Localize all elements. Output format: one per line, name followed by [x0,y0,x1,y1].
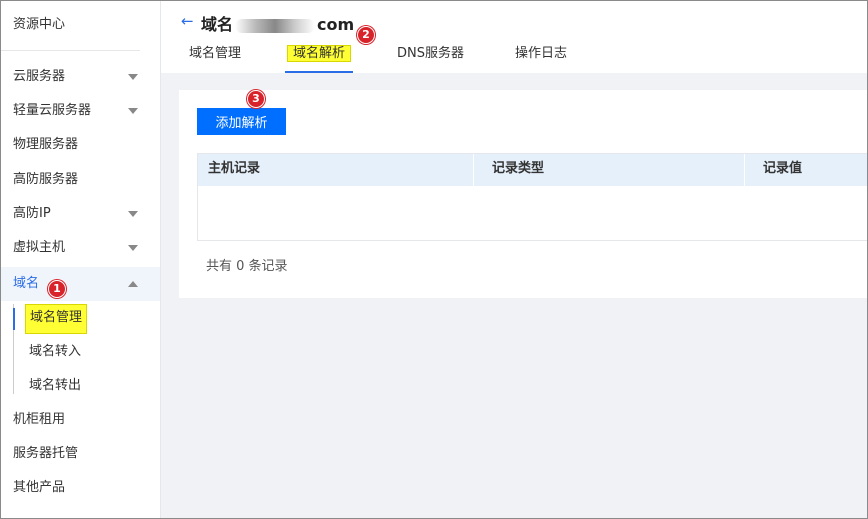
sidebar-item-label: 高防IP [13,206,51,221]
step-badge-1: 1 [48,280,66,298]
tab-bar: 域名管理 域名解析 DNS服务器 操作日志 [161,39,867,73]
record-count: 共有 0 条记录 [206,259,288,274]
records-table: 主机记录 记录类型 记录值 [197,153,867,241]
sidebar-item-cabinet-rental[interactable]: 机柜租用 [1,403,160,437]
column-header-record-type[interactable]: 记录类型 [492,154,544,186]
sidebar: 资源中心 云服务器 轻量云服务器 物理服务器 高防服务器 高防IP 虚拟主机 域… [1,1,161,518]
back-arrow-icon[interactable]: ← [181,12,194,30]
sidebar-item-label: 虚拟主机 [13,240,66,255]
chevron-up-icon [128,281,138,287]
redacted-domain [235,18,316,33]
sidebar-item-server-hosting[interactable]: 服务器托管 [1,437,160,471]
sidebar-item-label: 域名 [13,276,40,291]
app-window: 资源中心 云服务器 轻量云服务器 物理服务器 高防服务器 高防IP 虚拟主机 域… [0,0,868,519]
tab-label: 操作日志 [515,46,568,61]
chevron-down-icon [128,211,138,217]
chevron-down-icon [128,245,138,251]
sidebar-item-label: 轻量云服务器 [13,103,92,118]
tab-domain-management[interactable]: 域名管理 [189,39,241,73]
sidebar-item-domain[interactable]: 域名 [1,267,160,301]
add-resolution-button[interactable]: 添加解析 [197,108,286,135]
sidebar-item-ddos-ip[interactable]: 高防IP [1,197,160,231]
column-divider [744,154,745,186]
sidebar-resource-center[interactable]: 资源中心 [1,1,140,51]
chevron-down-icon [128,108,138,114]
tab-label: 域名管理 [189,46,242,61]
page-header: ← 域名 com 2 域名管理 域名解析 DNS服务器 操作日志 [161,1,867,73]
sidebar-item-cloud-server[interactable]: 云服务器 [1,60,160,94]
page-title-prefix: 域名 [201,15,234,34]
submenu-line [13,304,15,394]
tab-operation-log[interactable]: 操作日志 [515,39,567,73]
tab-dns-server[interactable]: DNS服务器 [397,39,464,73]
sidebar-item-physical-server[interactable]: 物理服务器 [1,128,160,162]
sidebar-subitem-domain-transfer-out[interactable]: 域名转出 [25,371,85,401]
sidebar-item-label: 云服务器 [13,69,66,84]
sidebar-item-other-products[interactable]: 其他产品 [1,471,160,505]
sidebar-subitem-domain-management[interactable]: 域名管理 [25,304,88,334]
column-divider [473,154,474,186]
sidebar-subitem-domain-transfer-in[interactable]: 域名转入 [25,337,85,367]
main-content: 添加解析 3 主机记录 记录类型 记录值 共有 0 条记录 [161,73,867,518]
sidebar-item-label: 机柜租用 [13,412,66,427]
sidebar-item-label: 服务器托管 [13,446,79,461]
page-title-suffix: com [317,15,355,34]
tab-label: DNS服务器 [397,46,464,61]
resolution-card: 添加解析 3 主机记录 记录类型 记录值 共有 0 条记录 [179,90,867,298]
sidebar-item-lightweight-server[interactable]: 轻量云服务器 [1,94,160,128]
tab-domain-resolution[interactable]: 域名解析 [285,39,353,73]
submenu-active-marker [13,308,15,330]
table-body-empty [198,186,867,240]
column-header-host-record[interactable]: 主机记录 [208,154,260,186]
page-title: 域名 com [201,11,354,35]
tab-label: 域名解析 [286,45,351,62]
sidebar-item-virtual-host[interactable]: 虚拟主机 [1,231,160,265]
sidebar-item-label: 高防服务器 [13,172,79,187]
chevron-down-icon [128,74,138,80]
step-badge-3: 3 [247,90,265,108]
sidebar-item-ddos-server[interactable]: 高防服务器 [1,163,160,197]
table-header: 主机记录 记录类型 记录值 [198,154,867,186]
sidebar-item-label: 其他产品 [13,480,66,495]
sidebar-item-label: 物理服务器 [13,137,79,152]
column-header-record-value[interactable]: 记录值 [763,154,802,186]
